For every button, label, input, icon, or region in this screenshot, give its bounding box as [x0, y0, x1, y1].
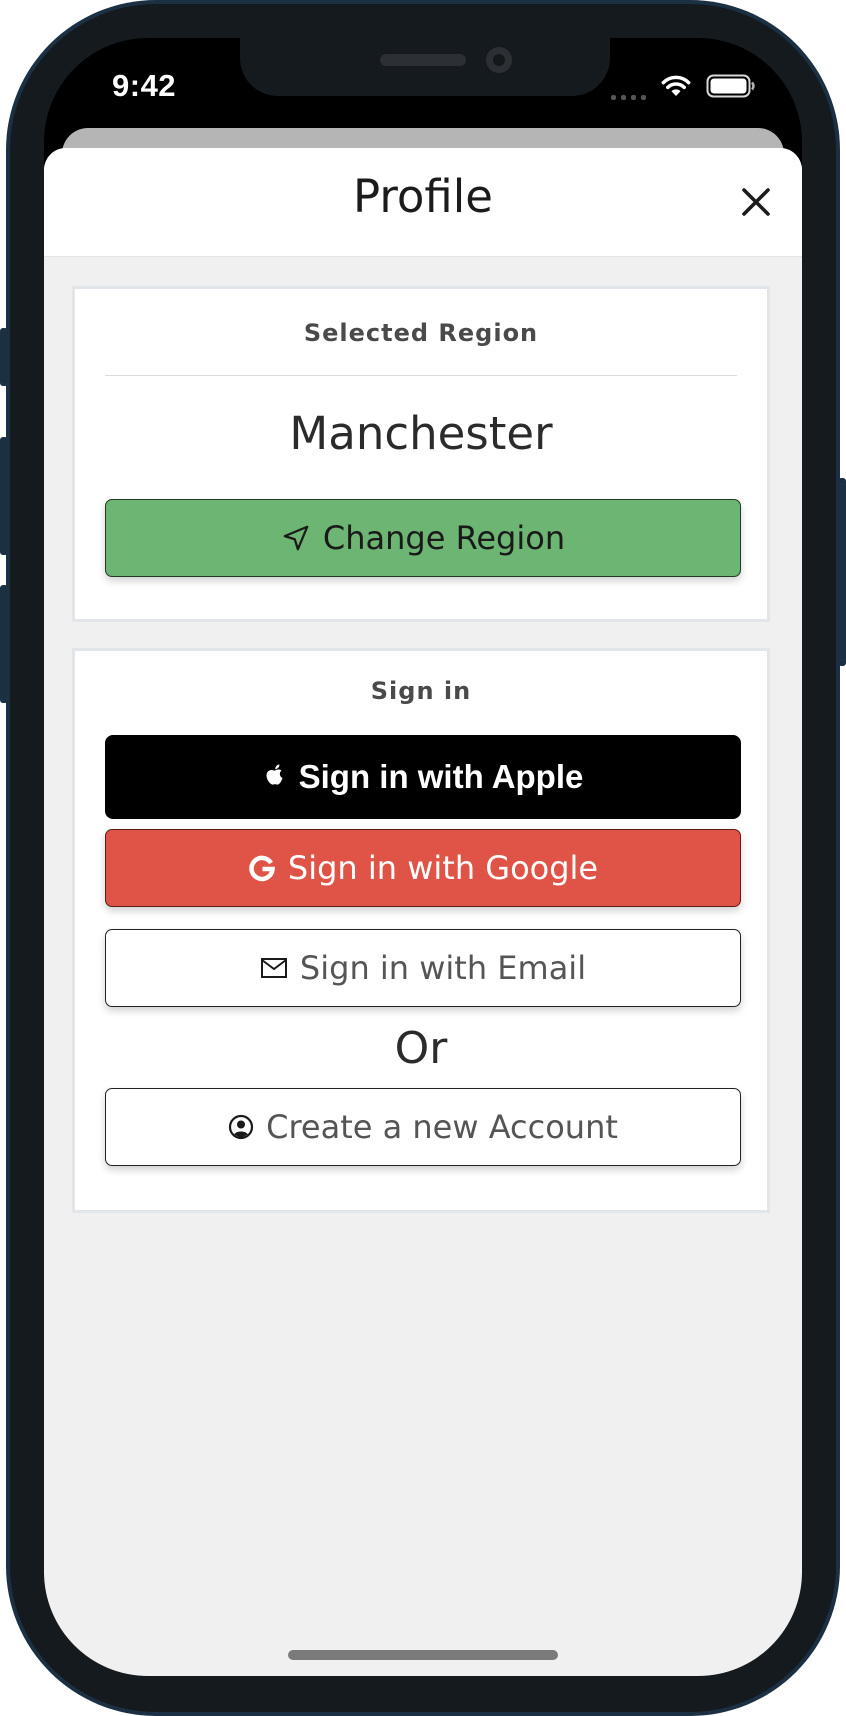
- device-power-button: [838, 478, 846, 666]
- region-card: Selected Region Manchester Change Region: [72, 286, 770, 622]
- close-button[interactable]: [734, 180, 778, 224]
- home-indicator[interactable]: [288, 1650, 558, 1660]
- status-indicators: [611, 72, 756, 100]
- region-divider: [105, 375, 737, 376]
- sheet-header: Profile: [44, 148, 802, 257]
- page-title: Profile: [353, 170, 493, 223]
- create-account-button[interactable]: Create a new Account: [105, 1088, 741, 1166]
- notch: [240, 38, 610, 96]
- google-icon: [249, 855, 275, 882]
- status-time: 9:42: [112, 68, 177, 103]
- sign-in-google-button[interactable]: Sign in with Google: [105, 829, 741, 907]
- sign-in-apple-label: Sign in with Apple: [298, 758, 584, 795]
- sign-in-google-label: Sign in with Google: [287, 849, 599, 887]
- cellular-signal-icon: [611, 72, 646, 100]
- or-separator: Or: [394, 1023, 448, 1074]
- change-region-button[interactable]: Change Region: [105, 499, 741, 577]
- change-region-label: Change Region: [322, 519, 566, 557]
- user-circle-icon: [228, 1114, 254, 1140]
- signin-card-title: Sign in: [370, 677, 472, 705]
- selected-region-name: Manchester: [289, 407, 553, 460]
- navigation-arrow-icon: [283, 525, 309, 551]
- envelope-icon: [260, 958, 287, 978]
- profile-sheet: Profile Selected Region Manchester Chang…: [44, 148, 802, 1676]
- device-silent-switch: [0, 328, 8, 386]
- front-camera: [486, 47, 512, 73]
- speaker-grille: [380, 54, 466, 66]
- battery-icon: [706, 74, 755, 98]
- sign-in-email-button[interactable]: Sign in with Email: [105, 929, 741, 1007]
- create-account-label: Create a new Account: [266, 1108, 618, 1146]
- close-icon: [742, 188, 770, 216]
- region-card-title: Selected Region: [303, 319, 539, 347]
- sign-in-email-label: Sign in with Email: [299, 949, 587, 987]
- device-volume-down: [0, 585, 8, 703]
- apple-icon: [266, 764, 283, 785]
- screen: 9:42 Profile Selected Region Manchester …: [44, 38, 802, 1676]
- device-volume-up: [0, 437, 8, 555]
- signin-card: Sign in Sign in with Apple Sign in with …: [72, 648, 770, 1213]
- wifi-icon: [661, 75, 691, 96]
- sign-in-apple-button[interactable]: Sign in with Apple: [105, 735, 741, 819]
